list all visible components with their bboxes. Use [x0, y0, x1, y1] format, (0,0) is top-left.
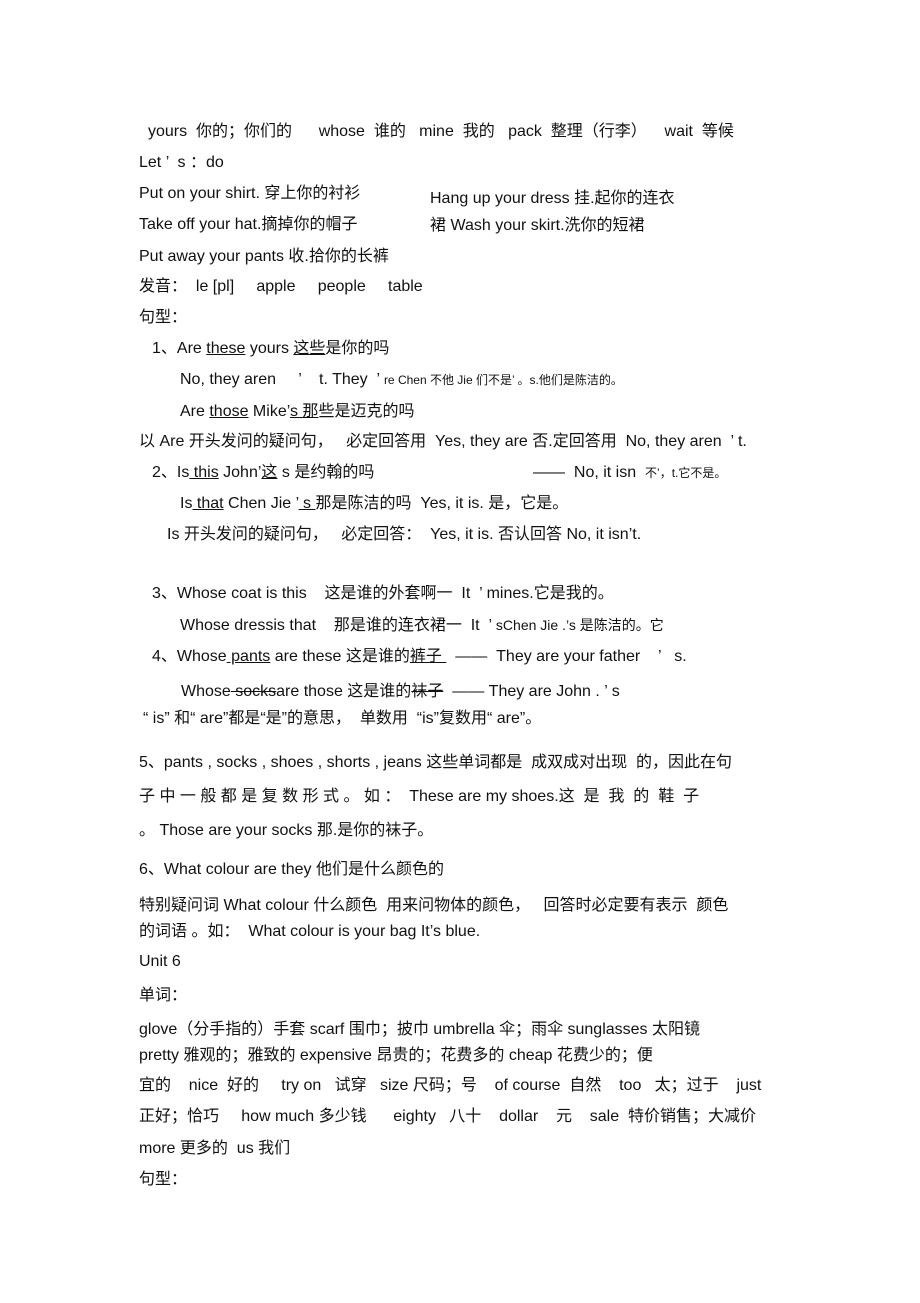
section-3-line-2: Whose dressis that 那是谁的连衣裙一 It ’ sChen J…	[180, 615, 664, 636]
section-6-line-1: 6、What colour are they 他们是什么颜色的	[139, 861, 444, 878]
section-4-line-2: Whose socksare those 这是谁的袜子 —— They are …	[181, 682, 620, 702]
pronunciation-line: 发音： le [pl] apple people table	[139, 278, 423, 295]
struck-word: socks	[230, 683, 277, 700]
underlined-word: s 那	[289, 403, 319, 420]
underlined-word: these	[206, 340, 246, 357]
text: Whose	[181, 683, 231, 700]
text: s 是约翰的吗	[277, 464, 375, 481]
text: 2、Is	[152, 464, 190, 481]
section-4-line-1: 4、Whose pants are these 这是谁的裤子 —— They a…	[152, 647, 687, 667]
is-are-note: “ is” 和“ are”都是“是”的意思， 单数用 “is”复数用“ are”…	[143, 710, 542, 727]
section-1-question-2: Are those Mike’s 那些是迈克的吗	[180, 402, 414, 422]
section-1-answer: No, they aren ’ t. They ’ re Chen 不他 Jie…	[180, 370, 623, 390]
lets-do-take-off: Take off your hat.摘掉你的帽子	[139, 216, 358, 233]
text: 4、Whose	[152, 648, 227, 665]
sentence-heading: 句型：	[139, 1171, 188, 1188]
section-2-answer: —— No, it isn 不’，t.它不是。	[533, 463, 726, 483]
text: —— They are John . ’ s	[443, 683, 620, 700]
text: yours	[245, 340, 294, 357]
underlined-word: this	[189, 464, 219, 481]
text: No, they aren ’ t. They ’	[180, 371, 384, 388]
section-1-question: 1、Are these yours 这些是你的吗	[152, 339, 389, 359]
lets-do-heading: Let ’ s ：do	[139, 154, 224, 171]
unit6-words-line: glove（分手指的）手套 scarf 围巾；披巾 umbrella 伞；雨伞 …	[139, 1021, 701, 1038]
text: 些是迈克的吗	[318, 403, 415, 420]
section-3-line-1: 3、Whose coat is this 这是谁的外套啊一 It ’ mines…	[152, 585, 614, 602]
section-6-line-2: 特别疑问词 What colour 什么颜色 用来问物体的颜色， 回答时必定要有…	[139, 897, 729, 914]
lets-do-put-on: Put on your shirt. 穿上你的衬衫	[139, 185, 361, 202]
vocab-line: yours 你的；你们的 whose 谁的 mine 我的 pack 整理（行李…	[148, 123, 734, 140]
text: Chen Jie ’	[223, 495, 299, 512]
text: Mike’	[248, 403, 290, 420]
text: 是你的吗	[325, 340, 390, 357]
text: Whose dressis that 那是谁的连衣裙一 It ’	[180, 617, 496, 634]
section-5-line-1: 5、pants , socks , shoes , shorts , jeans…	[139, 754, 733, 771]
unit6-words-line: more 更多的 us 我们	[139, 1140, 291, 1157]
unit6-words-line: pretty 雅观的；雅致的 expensive 昂贵的；花费多的 cheap …	[139, 1047, 653, 1064]
section-6-line-3: 的词语 。如： What colour is your bag It’s blu…	[139, 923, 481, 940]
section-2-note: Is 开头发问的疑问句， 必定回答： Yes, it is. 否认回答 No, …	[167, 526, 642, 543]
section-1-note: 以 Are 开头发问的疑问句， 必定回答用 Yes, they are 否.定回…	[139, 433, 747, 450]
section-2-question-2: Is that Chen Jie ’ s 那是陈洁的吗 Yes, it is. …	[180, 494, 568, 514]
text: Are	[180, 403, 210, 420]
underlined-word: those	[209, 403, 249, 420]
section-2-question: 2、Is this John’这 s 是约翰的吗	[152, 463, 374, 483]
small-text: 不’，t.它不是。	[645, 466, 727, 480]
unit6-words-line: 宜的 nice 好的 try on 试穿 size 尺码；号 of course…	[139, 1077, 762, 1094]
sentence-heading: 句型：	[139, 309, 188, 326]
section-5-line-2: 子 中 一 般 都 是 复 数 形 式 。 如 ： These are my s…	[139, 788, 700, 805]
lets-do-put-away: Put away your pants 收.拾你的长裤	[139, 248, 389, 265]
text: —— They are your father ’ s.	[446, 648, 687, 665]
words-heading: 单词：	[139, 987, 188, 1004]
underlined-word: 这	[261, 464, 278, 481]
underlined-word: s	[298, 495, 316, 512]
text: sChen Jie .’s 是陈洁的。它	[495, 617, 664, 633]
unit-title: Unit 6	[139, 953, 181, 970]
underlined-word: pants	[226, 648, 271, 665]
underlined-word: 裤子	[409, 648, 447, 665]
text: 1、Are	[152, 340, 207, 357]
struck-word: 袜子	[411, 683, 444, 700]
small-text: re Chen 不他 Jie 们不是’ 。s.他们是陈洁的。	[383, 373, 623, 387]
text: are these 这是谁的	[270, 648, 410, 665]
text: are those 这是谁的	[276, 683, 412, 700]
underlined-word: that	[192, 495, 224, 512]
text: —— No, it isn	[533, 464, 646, 481]
underlined-word: 这些	[293, 340, 326, 357]
lets-do-hang-up: Hang up your dress 挂.起你的连衣	[430, 190, 675, 207]
text: John’	[218, 464, 262, 481]
text: 那是陈洁的吗 Yes, it is. 是，它是。	[315, 495, 569, 512]
section-5-line-3: 。 Those are your socks 那.是你的袜子。	[139, 822, 434, 839]
lets-do-wash: 裙 Wash your skirt.洗你的短裙	[430, 217, 645, 234]
text: Is	[180, 495, 193, 512]
unit6-words-line: 正好；恰巧 how much 多少钱 eighty 八十 dollar 元 sa…	[139, 1108, 757, 1125]
